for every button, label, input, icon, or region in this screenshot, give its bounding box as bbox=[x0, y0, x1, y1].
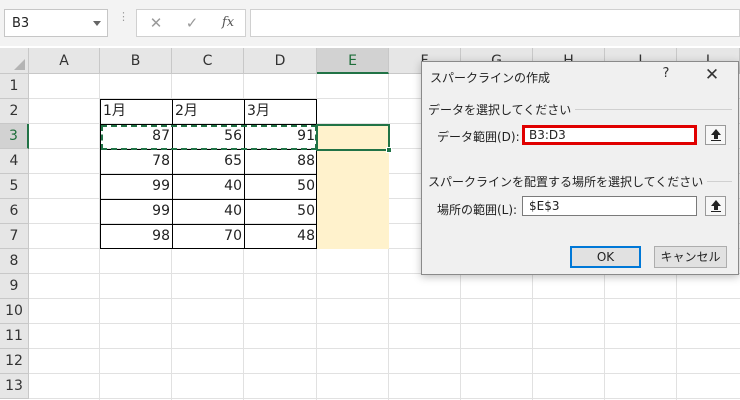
table-border-line bbox=[100, 199, 317, 200]
ok-button[interactable]: OK bbox=[570, 246, 641, 268]
row-header-8[interactable]: 8 bbox=[0, 249, 29, 274]
table-border-line bbox=[100, 149, 317, 150]
cell-d2[interactable]: 3月 bbox=[245, 99, 317, 123]
cell-b6[interactable]: 99 bbox=[101, 199, 172, 223]
column-header-b[interactable]: B bbox=[100, 48, 172, 74]
collapse-arrow-icon bbox=[711, 200, 721, 212]
row-header-6[interactable]: 6 bbox=[0, 199, 29, 224]
cell-c2[interactable]: 2月 bbox=[173, 99, 244, 123]
sparkline-location-highlight bbox=[317, 125, 389, 249]
gridline bbox=[29, 373, 740, 374]
data-range-label: データ範囲(D): bbox=[437, 130, 520, 144]
cell-b7[interactable]: 98 bbox=[101, 224, 172, 248]
name-box[interactable]: B3 bbox=[4, 9, 108, 37]
data-group-label: データを選択してください bbox=[428, 101, 576, 118]
cell-d7[interactable]: 48 bbox=[245, 224, 317, 248]
column-header-d[interactable]: D bbox=[244, 48, 317, 74]
grip-dots-icon: ⋮ bbox=[118, 10, 129, 23]
cell-c6[interactable]: 40 bbox=[173, 199, 244, 223]
data-range-input[interactable]: B3:D3 bbox=[522, 125, 697, 145]
cell-b5[interactable]: 99 bbox=[101, 174, 172, 198]
formula-buttons: ✕ ✓ fx bbox=[136, 9, 246, 37]
location-range-collapse-button[interactable] bbox=[705, 196, 726, 216]
cell-c7[interactable]: 70 bbox=[173, 224, 244, 248]
table-border-line bbox=[100, 124, 317, 125]
select-all-icon bbox=[14, 59, 25, 70]
column-header-c[interactable]: C bbox=[172, 48, 244, 74]
gridline bbox=[29, 323, 740, 324]
gridline bbox=[29, 298, 740, 299]
location-range-input[interactable]: $E$3 bbox=[522, 196, 697, 216]
row-header-12[interactable]: 12 bbox=[0, 349, 29, 374]
cancel-button[interactable]: キャンセル bbox=[654, 246, 727, 268]
cell-b4[interactable]: 78 bbox=[101, 149, 172, 173]
cell-d6[interactable]: 50 bbox=[245, 199, 317, 223]
table-border-line bbox=[100, 174, 317, 175]
cell-d5[interactable]: 50 bbox=[245, 174, 317, 198]
row-header-4[interactable]: 4 bbox=[0, 149, 29, 174]
row-header-1[interactable]: 1 bbox=[0, 74, 29, 99]
row-header-13[interactable]: 13 bbox=[0, 374, 29, 399]
dialog-title: スパークラインの作成 bbox=[430, 71, 551, 85]
row-header-10[interactable]: 10 bbox=[0, 299, 29, 324]
name-box-value: B3 bbox=[12, 16, 30, 31]
cell-b3[interactable]: 87 bbox=[101, 124, 172, 148]
column-header-e[interactable]: E bbox=[317, 48, 389, 74]
data-range-collapse-button[interactable] bbox=[705, 125, 726, 145]
cell-c3[interactable]: 56 bbox=[173, 124, 244, 148]
table-border-line bbox=[100, 224, 317, 225]
insert-function-icon[interactable]: fx bbox=[213, 10, 243, 36]
cell-c5[interactable]: 40 bbox=[173, 174, 244, 198]
location-group-label: スパークラインを配置する場所を選択してください bbox=[428, 173, 708, 190]
collapse-arrow-icon bbox=[711, 129, 721, 141]
row-header-11[interactable]: 11 bbox=[0, 324, 29, 349]
row-header-7[interactable]: 7 bbox=[0, 224, 29, 249]
chevron-down-icon[interactable] bbox=[93, 21, 101, 26]
formula-input[interactable] bbox=[250, 9, 740, 37]
row-header-9[interactable]: 9 bbox=[0, 274, 29, 299]
cell-d4[interactable]: 88 bbox=[245, 149, 317, 173]
row-header-5[interactable]: 5 bbox=[0, 174, 29, 199]
help-icon[interactable]: ? bbox=[658, 66, 674, 84]
formula-bar: B3 ⋮ ✕ ✓ fx bbox=[0, 0, 740, 46]
close-icon[interactable]: ✕ bbox=[702, 65, 722, 85]
cancel-icon[interactable]: ✕ bbox=[141, 10, 171, 36]
row-header-2[interactable]: 2 bbox=[0, 99, 29, 124]
gridline bbox=[29, 398, 740, 399]
cell-c4[interactable]: 65 bbox=[173, 149, 244, 173]
cell-b2[interactable]: 1月 bbox=[101, 99, 172, 123]
enter-icon[interactable]: ✓ bbox=[177, 10, 207, 36]
select-all-button[interactable] bbox=[0, 48, 29, 74]
column-header-a[interactable]: A bbox=[29, 48, 100, 74]
row-header-3[interactable]: 3 bbox=[0, 124, 29, 149]
location-range-label: 場所の範囲(L): bbox=[437, 203, 518, 217]
cell-d3[interactable]: 91 bbox=[245, 124, 317, 148]
create-sparklines-dialog: スパークラインの作成 ? ✕ データを選択してください データ範囲(D): B3… bbox=[421, 61, 739, 275]
gridline bbox=[29, 348, 740, 349]
